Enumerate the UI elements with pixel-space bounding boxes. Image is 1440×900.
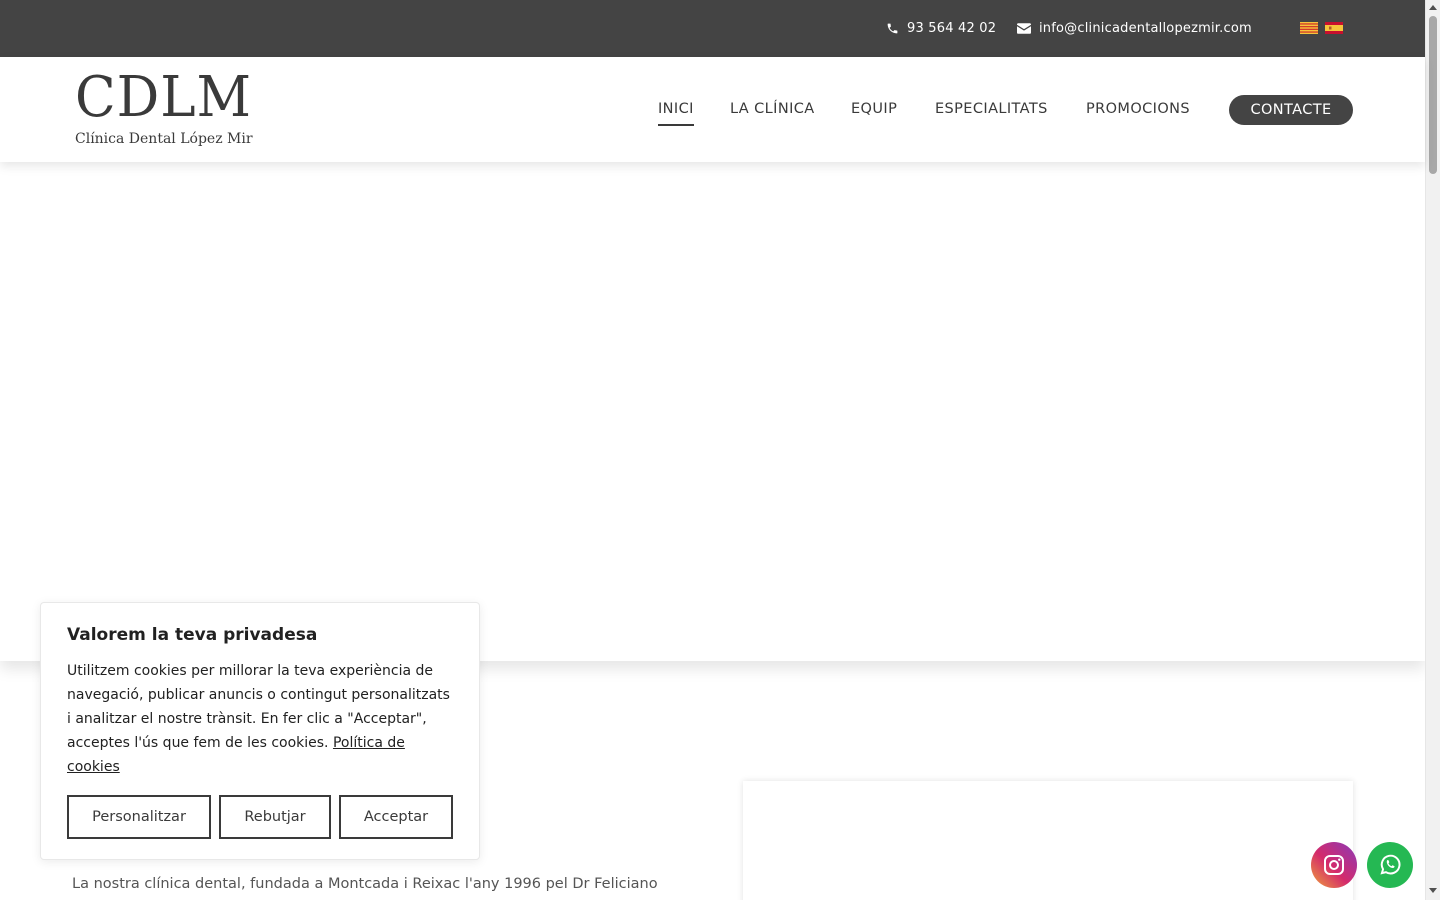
- cookie-actions: Personalitzar Rebutjar Acceptar: [67, 795, 453, 839]
- customize-button[interactable]: Personalitzar: [67, 795, 211, 839]
- page-scrollbar[interactable]: [1425, 0, 1440, 900]
- language-switcher: [1300, 22, 1343, 34]
- intro-paragraph: La nostra clínica dental, fundada a Mont…: [72, 876, 658, 892]
- instagram-button[interactable]: [1311, 842, 1357, 888]
- hero-section: [0, 162, 1425, 661]
- scroll-up-arrow-icon[interactable]: [1429, 5, 1437, 10]
- nav-inici[interactable]: INICI: [658, 101, 694, 126]
- contact-button[interactable]: CONTACTE: [1229, 95, 1353, 125]
- cookie-title: Valorem la teva privadesa: [67, 625, 318, 645]
- email-address: info@clinicadentallopezmir.com: [1039, 21, 1252, 36]
- whatsapp-button[interactable]: [1367, 842, 1413, 888]
- phone-icon: [887, 23, 898, 34]
- nav-la-clinica[interactable]: LA CLÍNICA: [730, 101, 815, 117]
- accept-button[interactable]: Acceptar: [339, 795, 453, 839]
- cookie-consent-banner: Valorem la teva privadesa Utilitzem cook…: [40, 602, 480, 860]
- scroll-down-arrow-icon[interactable]: [1429, 888, 1437, 893]
- phone-link[interactable]: 93 564 42 02: [886, 0, 996, 57]
- whatsapp-icon: [1380, 854, 1401, 875]
- scroll-thumb[interactable]: [1429, 16, 1437, 174]
- content-card: [743, 781, 1353, 900]
- reject-button[interactable]: Rebutjar: [219, 795, 331, 839]
- main-nav: INICI LA CLÍNICA EQUIP ESPECIALITATS PRO…: [0, 57, 1425, 162]
- nav-especialitats[interactable]: ESPECIALITATS: [935, 101, 1048, 117]
- instagram-icon: [1324, 855, 1344, 875]
- nav-equip[interactable]: EQUIP: [851, 101, 897, 117]
- top-contact-bar: 93 564 42 02 info@clinicadentallopezmir.…: [0, 0, 1425, 57]
- envelope-icon: [1017, 23, 1031, 34]
- main-header: CDLM Clínica Dental López Mir INICI LA C…: [0, 57, 1425, 162]
- nav-promocions[interactable]: PROMOCIONS: [1086, 101, 1190, 117]
- cookie-message: Utilitzem cookies per millorar la teva e…: [67, 659, 453, 779]
- catalan-flag-icon[interactable]: [1300, 22, 1318, 34]
- email-link[interactable]: info@clinicadentallopezmir.com: [1017, 0, 1252, 57]
- spanish-flag-icon[interactable]: [1325, 22, 1343, 34]
- phone-number: 93 564 42 02: [907, 21, 997, 36]
